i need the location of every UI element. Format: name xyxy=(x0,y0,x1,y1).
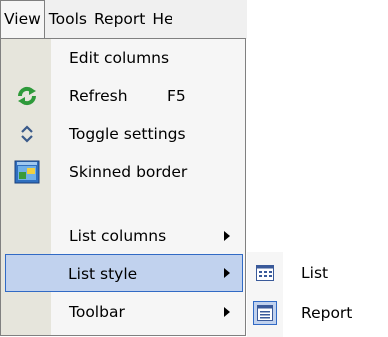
menu-bar: View Tools Report He xyxy=(0,0,247,39)
menu-item-label: Toggle settings xyxy=(69,125,186,143)
submenu-item-label: Report xyxy=(301,304,353,322)
menu-item-edit-columns[interactable]: Edit columns xyxy=(2,39,244,77)
submenu-item-label: List xyxy=(301,264,329,282)
submenu-arrow-icon xyxy=(224,307,230,317)
menu-item-list-columns[interactable]: List columns xyxy=(2,217,244,255)
list-view-icon xyxy=(247,254,283,292)
menu-item-list-style[interactable]: List style xyxy=(5,254,243,292)
menu-item-toggle-settings[interactable]: Toggle settings xyxy=(2,115,244,153)
menu-item-label: Toolbar xyxy=(69,303,125,321)
report-view-icon xyxy=(247,294,283,332)
screenshot-root: View Tools Report He Edit columns Refres… xyxy=(0,0,388,337)
menu-report[interactable]: Report xyxy=(90,0,148,39)
submenu-arrow-icon xyxy=(224,231,230,241)
toggle-arrows-icon xyxy=(2,115,51,153)
menu-tools[interactable]: Tools xyxy=(45,0,90,39)
refresh-icon xyxy=(2,77,51,115)
menu-view[interactable]: View xyxy=(0,0,45,39)
menu-item-label: Edit columns xyxy=(69,49,170,67)
shortcut-label: F5 xyxy=(167,87,186,105)
submenu-item-list[interactable]: List xyxy=(247,254,388,292)
menu-item-refresh[interactable]: Refresh F5 xyxy=(2,77,244,115)
menu-item-toolbar[interactable]: Toolbar xyxy=(2,293,244,331)
submenu-arrow-icon xyxy=(224,268,230,278)
checked-frame xyxy=(253,301,277,325)
menu-item-skinned-border[interactable]: Skinned border xyxy=(2,153,244,191)
window-skin-icon xyxy=(2,153,51,191)
list-style-submenu: List Report xyxy=(247,252,388,337)
menu-help[interactable]: He xyxy=(148,0,172,39)
view-menu-dropdown: Edit columns Refresh F5 Toggle settings … xyxy=(0,38,246,336)
menu-item-label: Skinned border xyxy=(69,163,188,181)
menu-item-label: Refresh xyxy=(69,87,128,105)
menu-item-label: List columns xyxy=(69,227,167,245)
submenu-item-report[interactable]: Report xyxy=(247,294,388,332)
menu-item-label: List style xyxy=(68,265,138,283)
